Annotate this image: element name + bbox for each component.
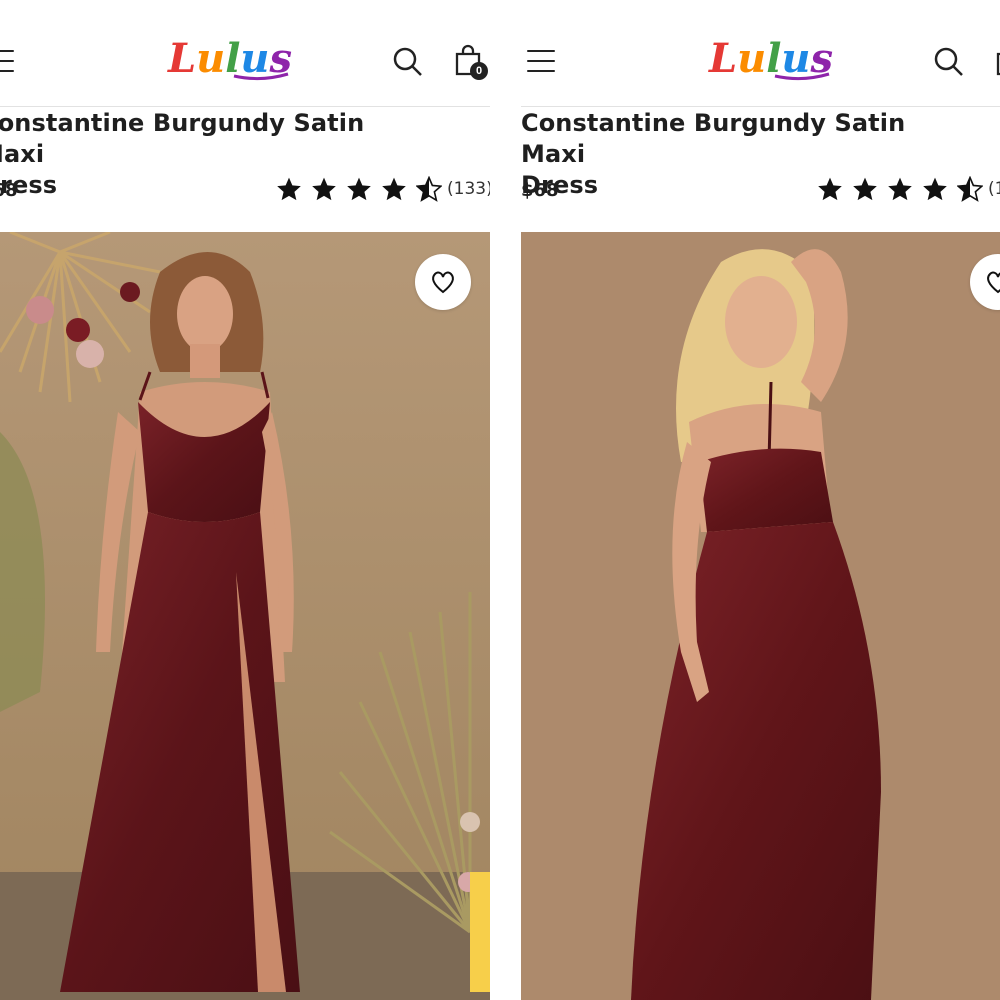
shopping-bag-icon[interactable]: 0 — [454, 44, 488, 82]
product-panel-right: Lulus 0 Constantine Burgundy Satin Maxi … — [521, 0, 1000, 1000]
product-photo-front[interactable] — [0, 232, 490, 1000]
lulus-logo[interactable]: Lulus — [166, 32, 296, 86]
star-half-icon — [416, 176, 442, 202]
panel-divider — [505, 0, 519, 1000]
star-full-icon — [818, 177, 842, 201]
product-title-line1: Constantine Burgundy Satin Maxi — [0, 109, 365, 168]
star-full-icon — [923, 177, 947, 201]
heart-icon — [987, 271, 1000, 294]
star-full-icon — [312, 177, 336, 201]
search-icon[interactable] — [933, 46, 965, 78]
side-promo-tab[interactable] — [470, 872, 490, 992]
product-price: $68 — [521, 180, 559, 201]
review-count[interactable]: (133) — [447, 179, 490, 199]
review-count[interactable]: (133) — [988, 179, 1000, 199]
product-title-line1: Constantine Burgundy Satin Maxi — [521, 109, 906, 168]
search-icon[interactable] — [392, 46, 424, 78]
header-divider — [0, 106, 490, 107]
heart-icon — [432, 271, 454, 294]
star-full-icon — [347, 177, 371, 201]
svg-text:Lulus: Lulus — [167, 35, 292, 82]
cart-count-badge: 0 — [470, 62, 488, 80]
lulus-logo[interactable]: Lulus — [707, 32, 837, 86]
product-panel-left: Lulus 0 Constantine Burgundy Satin Maxi … — [0, 0, 490, 1000]
product-price: $68 — [0, 180, 18, 201]
wishlist-heart-button[interactable] — [415, 254, 471, 310]
rating-stars[interactable]: (133) — [276, 174, 490, 204]
star-full-icon — [382, 177, 406, 201]
top-nav: Lulus 0 — [0, 28, 490, 98]
shopping-bag-icon[interactable]: 0 — [995, 44, 1000, 82]
top-nav: Lulus 0 — [521, 28, 1000, 98]
svg-text:Lulus: Lulus — [708, 35, 833, 82]
star-full-icon — [888, 177, 912, 201]
header-divider — [521, 106, 1000, 107]
rating-stars[interactable]: (133) — [817, 174, 1000, 204]
hamburger-menu-icon[interactable] — [0, 50, 14, 72]
product-photo-back[interactable] — [521, 232, 1000, 1000]
star-half-icon — [957, 176, 983, 202]
hamburger-menu-icon[interactable] — [527, 50, 555, 72]
star-full-icon — [853, 177, 877, 201]
star-full-icon — [277, 177, 301, 201]
